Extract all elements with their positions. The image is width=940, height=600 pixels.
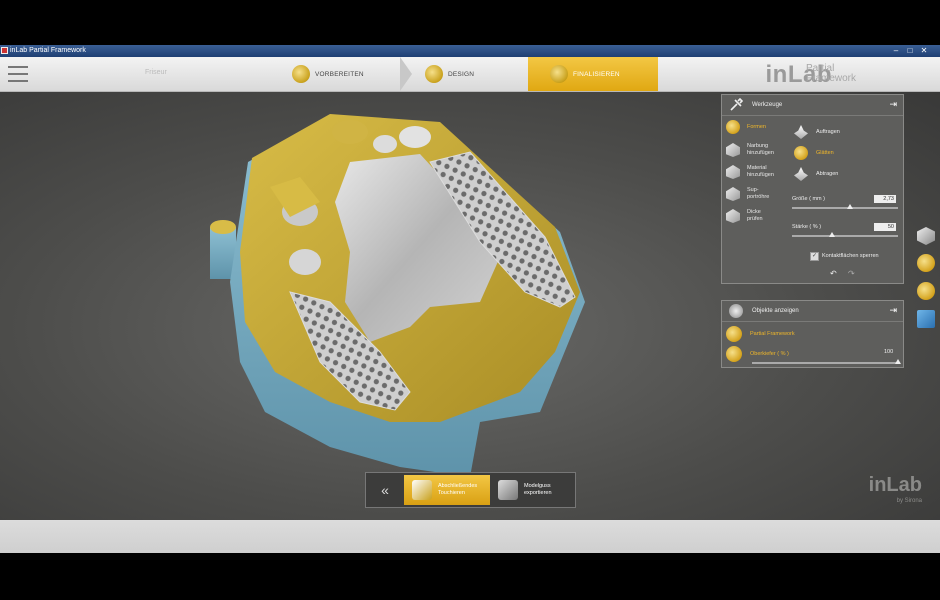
undo-icon[interactable]: ↶ <box>830 269 837 278</box>
subtool-label: Auftragen <box>816 129 840 135</box>
tool-label: Narbung hinzufügen <box>747 143 774 156</box>
slider-thumb[interactable] <box>829 232 836 237</box>
design-icon <box>425 65 443 83</box>
framework-object-icon <box>726 326 742 342</box>
objects-panel-title: Objekte anzeigen <box>752 308 799 314</box>
subtool-label: Glätten <box>816 150 834 156</box>
close-button[interactable]: ✕ <box>918 46 930 55</box>
step-vorbereiten[interactable]: VORBEREITEN <box>282 57 400 91</box>
remove-icon <box>794 167 808 181</box>
tools-panel-title: Werkzeuge <box>752 102 783 108</box>
tools-panel: Werkzeuge ⇥ Formen Narbung hinzufügen Mat… <box>721 94 904 284</box>
tool-label: Sup-portröhre <box>747 187 770 200</box>
apply-icon <box>794 125 808 139</box>
subtool-abtragen[interactable]: Abtragen <box>794 167 838 181</box>
object-oberkiefer[interactable]: Oberkiefer ( % ) <box>726 346 789 362</box>
tool-label: Formen <box>747 123 766 130</box>
double-chevron-left-icon: « <box>381 481 389 498</box>
export-button[interactable]: Modelguss exportieren <box>490 475 574 505</box>
subtool-label: Abtragen <box>816 171 839 177</box>
size-label: Größe ( mm ) <box>792 196 825 202</box>
strength-slider[interactable] <box>792 232 898 237</box>
tool-formen[interactable]: Formen <box>726 120 766 134</box>
export-icon <box>498 480 518 500</box>
back-button[interactable]: « <box>366 475 404 505</box>
watermark-logo: inLab <box>868 474 922 496</box>
step-design[interactable]: DESIGN <box>415 57 528 91</box>
tool-shortcut-icon[interactable] <box>917 254 935 272</box>
smooth-icon <box>794 146 808 160</box>
texture-tool-icon <box>726 143 740 157</box>
status-bar <box>0 520 940 553</box>
brand-subtitle: Partial Framework <box>806 64 870 84</box>
tool-supportroehre[interactable]: Sup-portröhre <box>726 187 769 201</box>
size-slider[interactable] <box>792 204 898 209</box>
framework-shortcut-icon[interactable] <box>917 282 935 300</box>
action-bar: « Abschließendes Touchieren Modelguss expo… <box>365 472 576 508</box>
pin-icon[interactable]: ⇥ <box>889 99 897 110</box>
pin-icon[interactable]: ⇥ <box>889 305 897 316</box>
finish-icon <box>412 480 432 500</box>
contact-checkbox[interactable]: ✓ <box>810 252 819 261</box>
step-label: DESIGN <box>448 70 475 78</box>
header-ghost-text: Friseur <box>145 69 167 76</box>
window-titlebar: inLab Partial Framework – □ ✕ <box>0 45 940 57</box>
slider-thumb[interactable] <box>895 359 901 364</box>
tool-dicke[interactable]: Dicke prüfen <box>726 209 763 223</box>
objects-panel-header: Objekte anzeigen ⇥ <box>722 301 903 322</box>
finish-touching-button[interactable]: Abschließendes Touchieren <box>404 475 490 505</box>
slider-thumb[interactable] <box>847 204 854 209</box>
strength-label: Stärke ( % ) <box>792 224 822 230</box>
contact-label: Kontaktflächen sperren <box>822 253 879 259</box>
strength-value[interactable]: 50 <box>874 223 896 231</box>
material-tool-icon <box>726 165 740 179</box>
tool-narbung[interactable]: Narbung hinzufügen <box>726 143 774 157</box>
tools-panel-header: Werkzeuge ⇥ <box>722 95 903 116</box>
size-value[interactable]: 2,73 <box>874 195 896 203</box>
oberkiefer-value: 100 <box>884 349 894 355</box>
finish-label: Abschließendes Touchieren <box>438 483 478 496</box>
oberkiefer-slider[interactable] <box>752 359 901 364</box>
step-label: VORBEREITEN <box>315 70 364 78</box>
subtool-glaetten[interactable]: Glätten <box>794 146 834 160</box>
export-label: Modelguss exportieren <box>524 483 552 496</box>
wrench-icon <box>730 98 743 111</box>
shape-tool-icon <box>726 120 740 134</box>
maxilla-object-icon <box>726 346 742 362</box>
tool-label: Dicke prüfen <box>747 209 763 222</box>
app-icon <box>1 47 8 54</box>
screenshot-icon[interactable] <box>917 310 935 328</box>
prepare-icon <box>292 65 310 83</box>
object-label: Oberkiefer ( % ) <box>750 351 789 357</box>
watermark-sub: by Sirona <box>896 498 922 504</box>
finalize-icon <box>550 65 568 83</box>
tool-material[interactable]: Material hinzufügen <box>726 165 774 179</box>
maximize-button[interactable]: □ <box>904 46 916 55</box>
window-title: inLab Partial Framework <box>10 47 86 54</box>
objects-panel: Objekte anzeigen ⇥ Partial Framework Obe… <box>721 300 904 368</box>
brand-sub-line2: Framework <box>806 73 857 84</box>
workflow-header: Friseur VORBEREITEN DESIGN FINALISIEREN … <box>0 57 940 92</box>
object-label: Partial Framework <box>750 331 795 337</box>
menu-icon[interactable] <box>8 66 28 82</box>
step-separator <box>400 57 412 91</box>
objects-icon <box>729 304 743 318</box>
step-label: FINALISIEREN <box>573 70 620 78</box>
redo-icon[interactable]: ↷ <box>848 269 855 278</box>
tool-label: Material hinzufügen <box>747 165 774 178</box>
magnifier-icon <box>726 209 740 223</box>
support-tube-icon <box>726 187 740 201</box>
subtool-auftragen[interactable]: Auftragen <box>794 125 840 139</box>
object-partial-framework[interactable]: Partial Framework <box>726 326 795 342</box>
minimize-button[interactable]: – <box>890 46 902 55</box>
step-finalisieren[interactable]: FINALISIEREN <box>528 57 658 91</box>
